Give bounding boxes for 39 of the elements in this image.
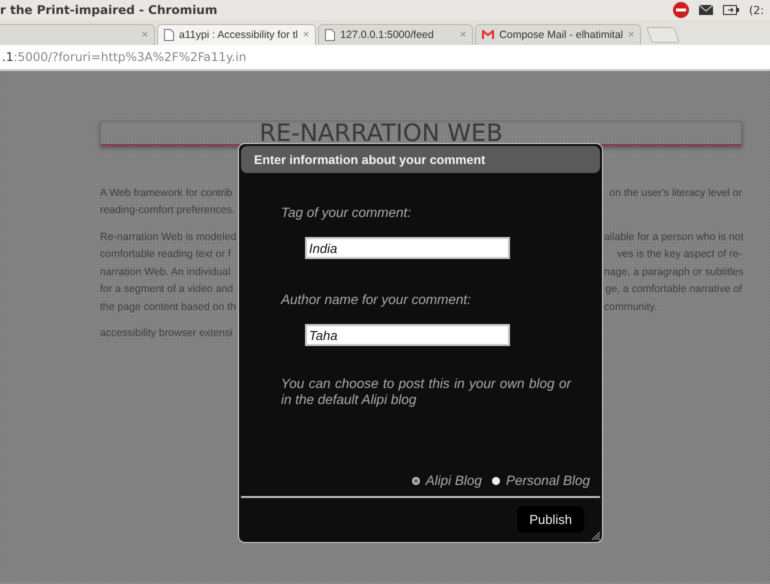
paragraph-text: on the user's literacy level or xyxy=(608,186,742,199)
input-field[interactable]: Taha xyxy=(305,324,510,346)
paragraph-text: community. xyxy=(604,300,658,313)
paragraph-text: accessibility browser extensi xyxy=(100,327,234,340)
publish-button[interactable]: Publish xyxy=(517,506,584,533)
page-icon xyxy=(164,29,174,41)
stop-icon[interactable] xyxy=(673,2,689,18)
paragraph-text: the page content based on th xyxy=(100,300,236,313)
paragraph-text: Re-narration Web is modeled xyxy=(100,230,236,243)
mail-icon[interactable] xyxy=(699,5,713,15)
field-label: Author name for your comment: xyxy=(281,292,472,307)
blog-note: You can choose to post this in your own blog or in the default Alipi blog xyxy=(281,376,571,408)
page-heading: RE-NARRATION WEB xyxy=(259,122,503,144)
paragraph-text: comfortable reading text or f xyxy=(100,248,232,260)
radio-button[interactable] xyxy=(492,476,500,484)
browser-tab[interactable]: a11ypi : Accessibility for tl × xyxy=(157,24,316,45)
address-field[interactable]: .1:5000/?foruri=http%3A%2F%2Fa11y.in xyxy=(0,45,770,71)
clock-text: (2: xyxy=(749,4,764,16)
field-label: Tag of your comment: xyxy=(281,205,412,220)
browser-tab[interactable]: 127.0.0.1:5000/feed × xyxy=(318,24,474,45)
resize-grip-icon[interactable] xyxy=(591,531,600,540)
browser-tab[interactable]: Compose Mail - elhatimital × xyxy=(475,24,642,45)
paragraph-text: ailable for a person who is not xyxy=(604,230,744,243)
dialog-title: Enter information about your comment xyxy=(241,146,600,173)
paragraph-text: ge, a comfortable narrative of xyxy=(604,283,742,296)
page-icon xyxy=(325,29,336,41)
radio-button[interactable] xyxy=(412,476,420,484)
battery-icon[interactable] xyxy=(723,5,739,15)
paragraph-text: for a segment of a video and xyxy=(100,283,234,296)
paragraph-text: ves is the key aspect of re- xyxy=(616,248,742,260)
paragraph-text: reading-comfort preferences. xyxy=(100,204,236,216)
radio-label[interactable]: Personal Blog xyxy=(506,473,590,488)
paragraph-text: narration Web. An individual xyxy=(100,266,232,278)
paragraph-text: A Web framework for contrib xyxy=(100,186,234,199)
paragraph-text: nage, a paragraph or subtitles xyxy=(604,266,744,278)
input-field[interactable]: India xyxy=(305,237,510,259)
window-title: r the Print-impaired - Chromium xyxy=(0,3,218,17)
mail-icon xyxy=(482,30,494,40)
radio-label[interactable]: Alipi Blog xyxy=(426,473,482,488)
